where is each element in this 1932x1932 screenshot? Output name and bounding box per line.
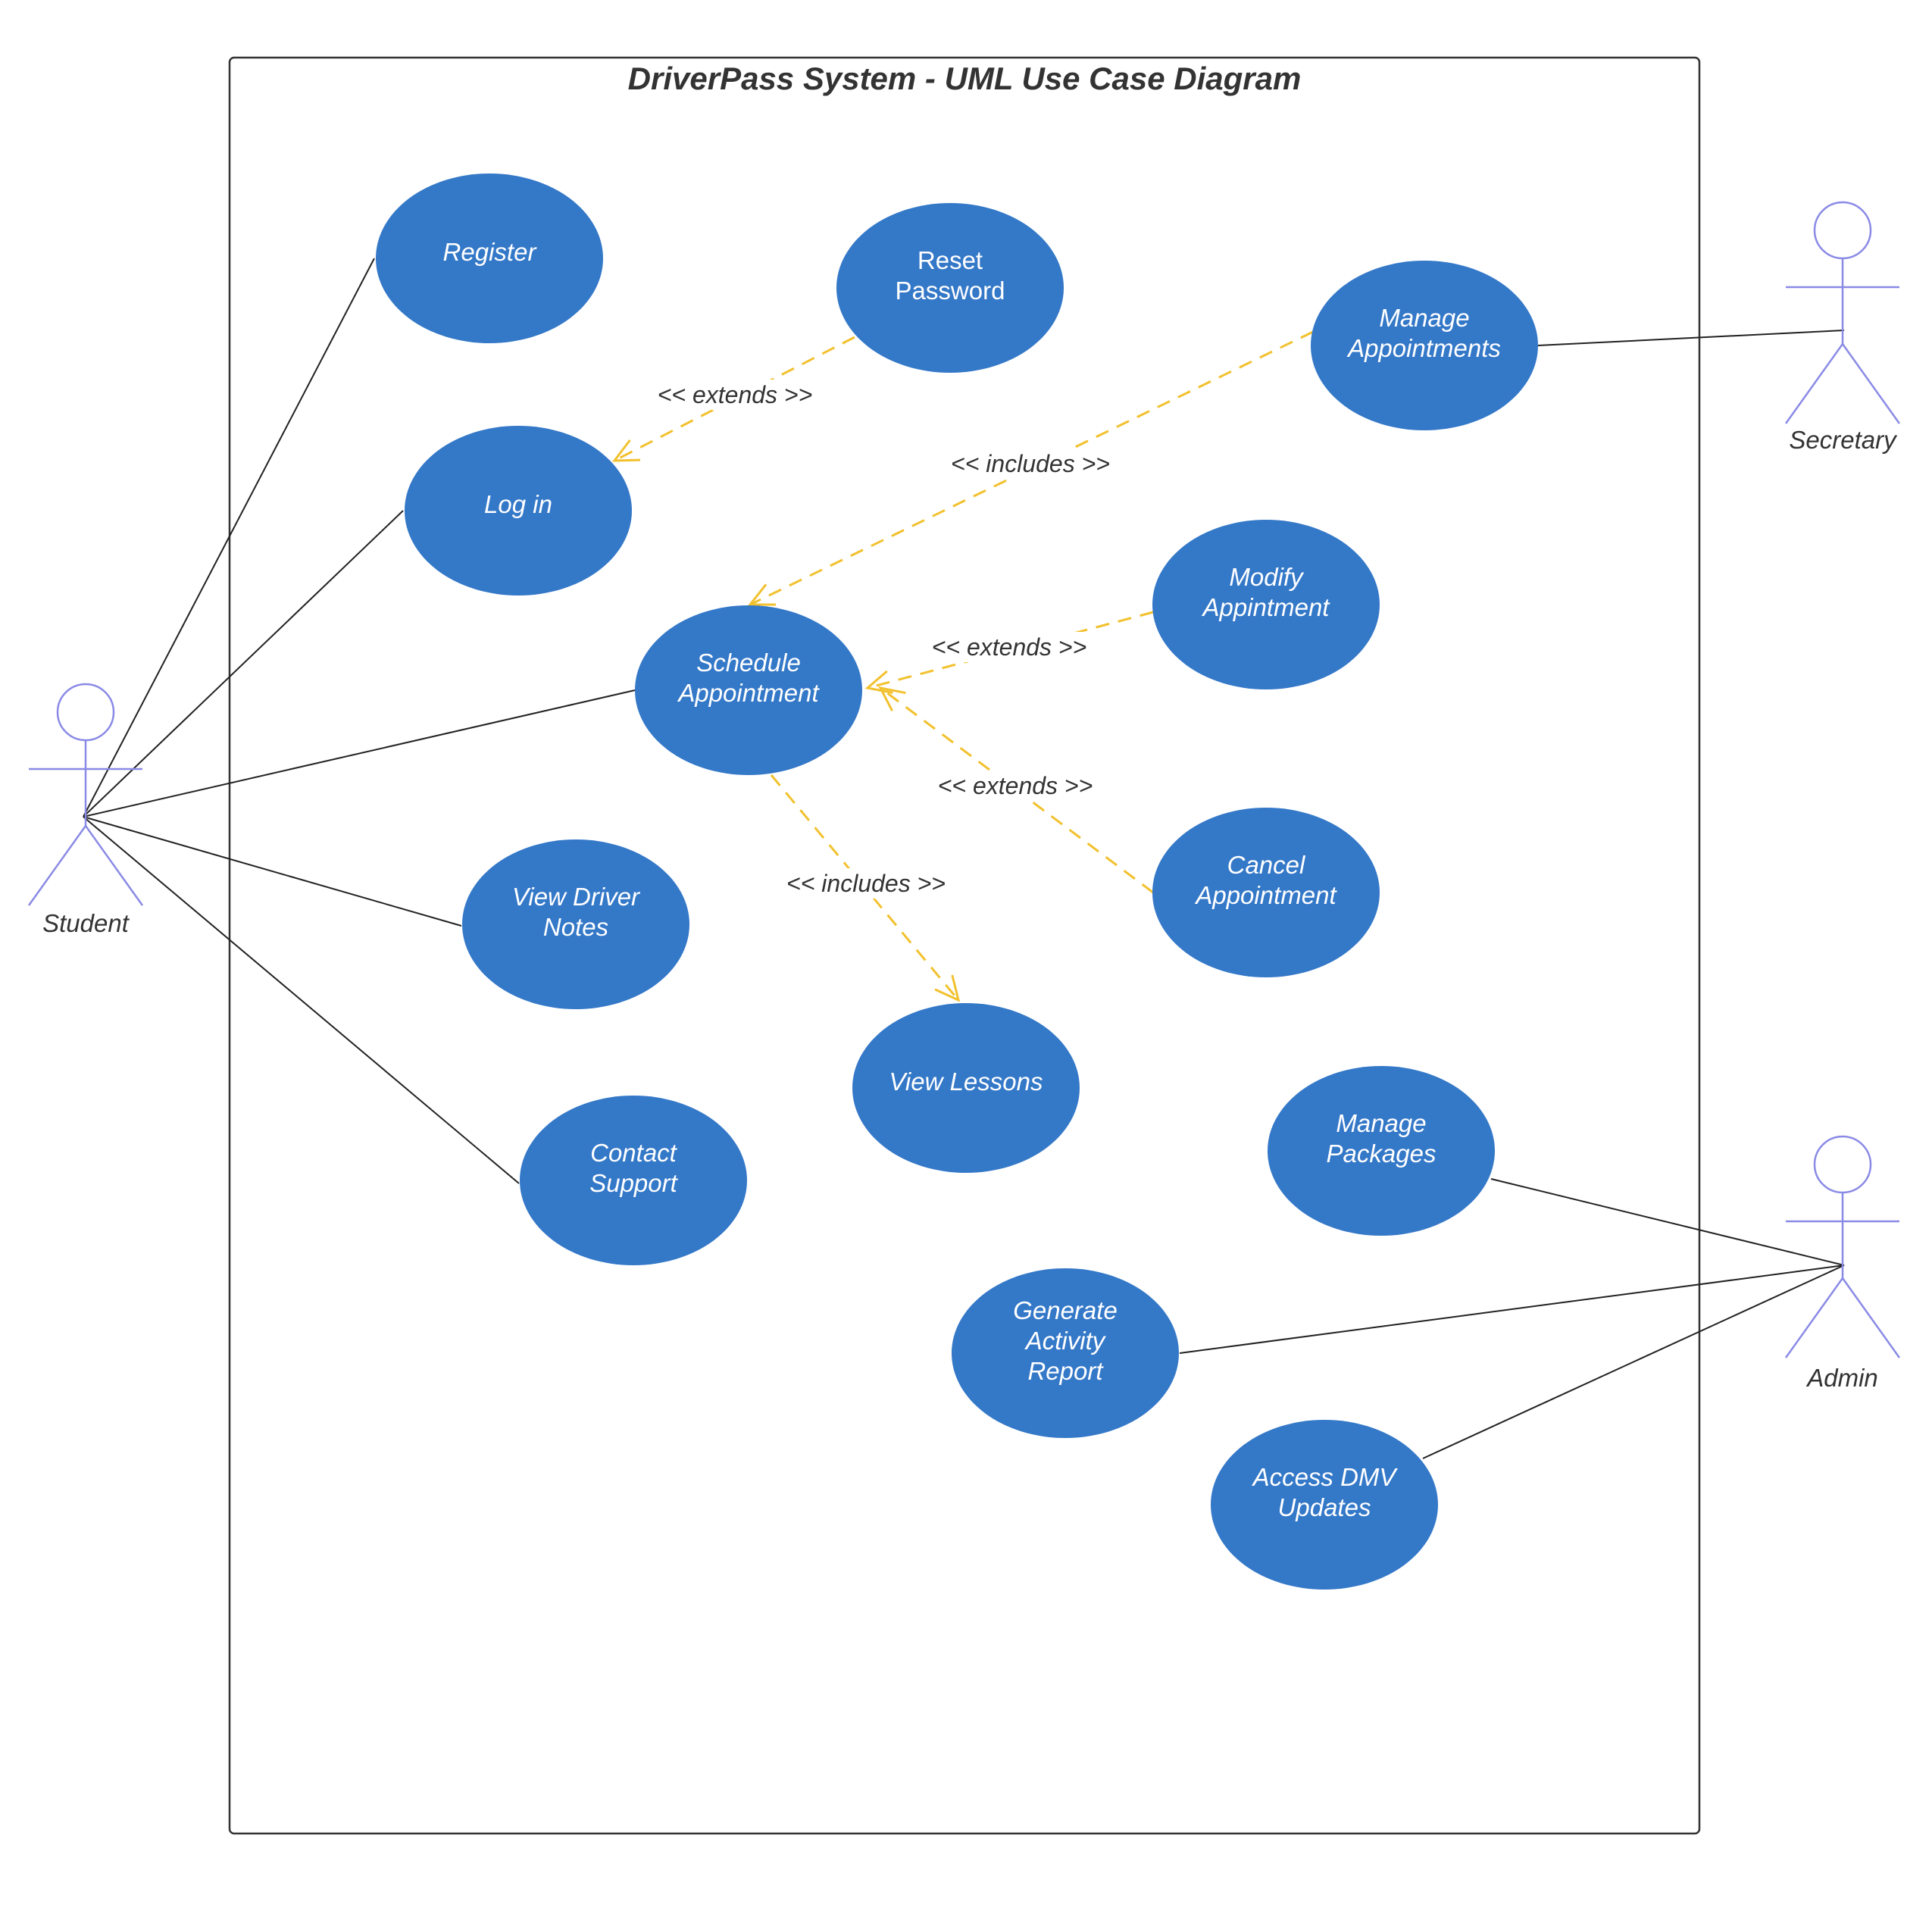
use-case-reset-password[interactable]: Reset Password — [836, 203, 1064, 373]
association-line-secretary-manage-appointments — [1537, 330, 1845, 346]
actor-label: Secretary — [1789, 426, 1898, 454]
use-case-label: Register — [443, 238, 538, 266]
relationship-label: << extends >> — [658, 381, 813, 408]
actor-head-icon — [1813, 1135, 1872, 1194]
diagram-title: DriverPass System - UML Use Case Diagram — [628, 61, 1302, 96]
use-case-label: Modify — [1229, 563, 1305, 591]
use-case-modify-appointment[interactable]: ModifyAppintment — [1152, 520, 1380, 689]
association-line-admin-generate-activity-report — [1179, 1265, 1845, 1354]
use-case-label: View Driver — [512, 883, 641, 911]
use-case-diagram: DriverPass System - UML Use Case Diagram… — [27, 56, 1901, 1835]
use-case-manage-appointments[interactable]: ManageAppointments — [1311, 261, 1538, 430]
use-case-label: Generate — [1013, 1296, 1118, 1324]
actor-label: Admin — [1805, 1364, 1878, 1392]
actor-admin[interactable]: Admin — [1784, 1135, 1901, 1392]
use-case-label: Support — [589, 1169, 678, 1197]
actor-student[interactable]: Student — [27, 683, 144, 937]
use-case-label: Report — [1027, 1357, 1104, 1385]
actor-head-icon — [1813, 201, 1872, 260]
use-case-label: Appointment — [1194, 881, 1337, 909]
actor-left-leg-icon — [1784, 343, 1844, 424]
use-case-label: Schedule — [696, 649, 801, 677]
association-line-admin-access-dmv-updates — [1422, 1265, 1845, 1459]
arrowhead-icon — [611, 439, 641, 462]
use-case-label: Activity — [1024, 1327, 1107, 1355]
use-case-label: Notes — [543, 913, 608, 941]
use-case-label: Manage — [1379, 304, 1469, 332]
actor-right-leg-icon — [1841, 343, 1901, 424]
association-line-student-view-driver-notes — [83, 816, 462, 927]
relationship-label: << extends >> — [932, 633, 1087, 661]
associations-layer — [83, 258, 1845, 1459]
use-case-contact-support[interactable]: ContactSupport — [520, 1096, 747, 1265]
association-line-student-schedule-appointment — [83, 689, 636, 818]
use-case-generate-activity-report[interactable]: Generate ActivityReport — [952, 1268, 1179, 1438]
use-case-schedule-appointment[interactable]: ScheduleAppointment — [635, 605, 862, 775]
use-case-manage-packages[interactable]: Manage Packages — [1268, 1066, 1495, 1236]
association-line-student-log-in — [83, 510, 404, 818]
use-case-label: Appintment — [1202, 593, 1331, 621]
actor-label: Student — [42, 909, 130, 937]
use-case-label: Packages — [1327, 1140, 1436, 1168]
use-case-access-dmv-updates[interactable]: Access DMVUpdates — [1211, 1420, 1438, 1590]
use-case-label: Contact — [590, 1139, 678, 1167]
actor-left-leg-icon — [1784, 1277, 1844, 1358]
relationship-modify-appointment-to-schedule-appointment: << extends >> — [864, 611, 1154, 694]
use-case-label: Manage — [1336, 1109, 1426, 1137]
use-case-label: Log in — [484, 490, 552, 518]
use-case-label: View Lessons — [889, 1068, 1043, 1096]
use-case-log-in[interactable]: Log in — [405, 426, 632, 596]
relationship-cancel-appointment-to-schedule-appointment: << extends >> — [878, 686, 1154, 894]
relationship-label: << includes >> — [951, 450, 1110, 477]
use-case-label: Access DMV — [1252, 1463, 1399, 1491]
actor-right-leg-icon — [84, 825, 144, 906]
actor-left-leg-icon — [27, 825, 87, 906]
association-line-student-contact-support — [83, 816, 520, 1184]
use-case-register[interactable]: Register — [376, 174, 603, 343]
relationship-label: << extends >> — [938, 772, 1093, 799]
relationship-label: << includes >> — [786, 870, 946, 897]
use-case-label: Cancel — [1227, 851, 1306, 879]
use-case-label: Appointment — [677, 679, 820, 707]
actor-head-icon — [56, 683, 115, 742]
actor-secretary[interactable]: Secretary — [1784, 201, 1901, 454]
relationship-reset-password-to-log-in: << extends >> — [611, 336, 855, 462]
use-case-view-lessons[interactable]: View Lessons — [852, 1003, 1080, 1173]
use-case-label: Password — [896, 277, 1005, 305]
use-case-label: Appointments — [1346, 334, 1501, 362]
use-case-label: Updates — [1278, 1493, 1371, 1521]
actor-right-leg-icon — [1841, 1277, 1901, 1358]
use-case-view-driver-notes[interactable]: View DriverNotes — [462, 839, 689, 1009]
use-case-cancel-appointment[interactable]: CancelAppointment — [1152, 808, 1380, 977]
relationship-schedule-appointment-to-view-lessons: << includes >> — [770, 774, 961, 1002]
use-case-label: Reset — [918, 246, 983, 274]
use-cases-layer: Register ResetPasswordLog inManageAppoint… — [376, 174, 1538, 1590]
